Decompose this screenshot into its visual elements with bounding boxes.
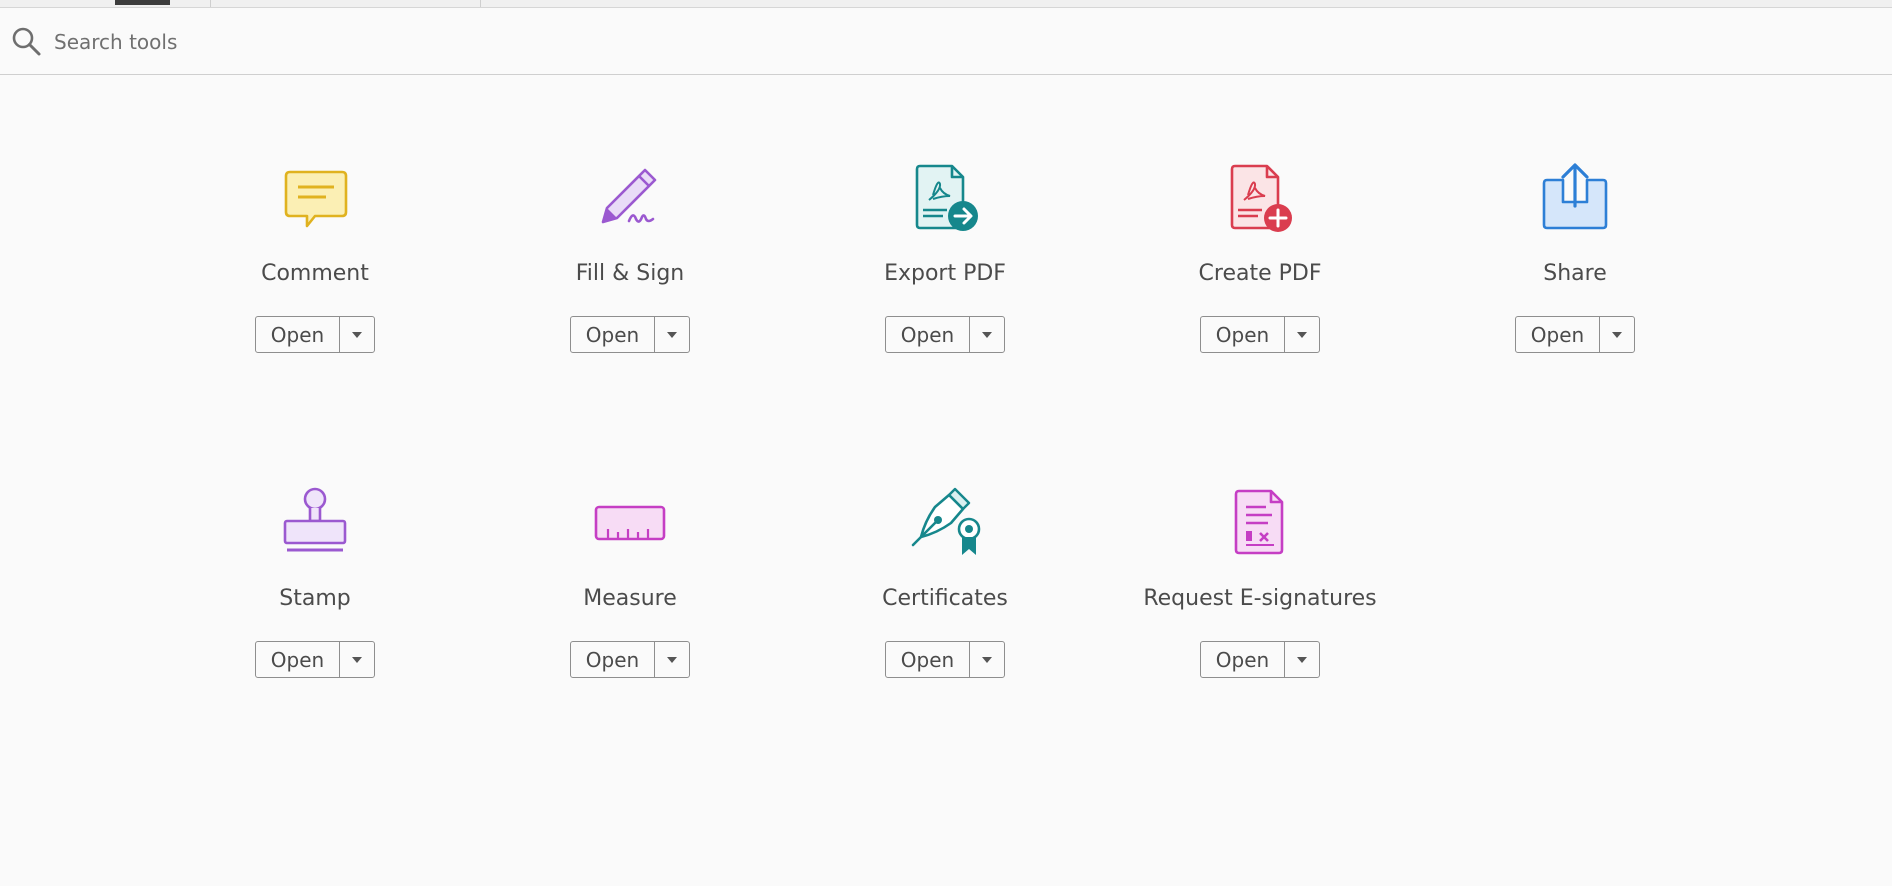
search-icon [12, 27, 41, 56]
open-button[interactable]: Open [1201, 317, 1284, 352]
dropdown-button[interactable] [970, 642, 1004, 677]
tool-comment: Comment Open [175, 158, 455, 388]
tool-name: Comment [261, 261, 369, 286]
tool-request-esignatures: Request E-signatures Open [1120, 483, 1400, 713]
open-split-button: Open [885, 316, 1005, 353]
tab-divider [480, 0, 481, 7]
certificates-icon [911, 487, 981, 555]
dropdown-button[interactable] [1600, 317, 1634, 352]
tab-strip [0, 0, 1892, 8]
tool-icon-wrapper[interactable] [905, 158, 985, 238]
open-split-button: Open [1200, 316, 1320, 353]
stamp-icon [283, 487, 347, 552]
open-button[interactable]: Open [256, 642, 339, 677]
open-split-button: Open [570, 316, 690, 353]
tool-name: Create PDF [1198, 261, 1322, 286]
open-split-button: Open [255, 316, 375, 353]
search-input[interactable] [54, 28, 754, 56]
tool-icon-wrapper[interactable] [590, 158, 670, 238]
chevron-down-icon [1297, 656, 1307, 663]
tool-name: Export PDF [884, 261, 1006, 286]
chevron-down-icon [667, 331, 677, 338]
search-bar [0, 8, 1892, 75]
tab-divider [210, 0, 211, 7]
open-button[interactable]: Open [571, 317, 654, 352]
open-button[interactable]: Open [256, 317, 339, 352]
tool-icon-wrapper[interactable] [1220, 158, 1300, 238]
tool-icon-wrapper[interactable] [275, 158, 355, 238]
share-icon [1542, 163, 1608, 230]
create-pdf-icon [1230, 164, 1292, 232]
tool-create-pdf: Create PDF Open [1120, 158, 1400, 388]
dropdown-button[interactable] [655, 642, 689, 677]
measure-icon [594, 505, 666, 541]
request-esignatures-icon [1234, 489, 1284, 555]
dropdown-button[interactable] [340, 317, 374, 352]
tool-icon-wrapper[interactable] [275, 483, 355, 563]
dropdown-button[interactable] [1285, 317, 1319, 352]
chevron-down-icon [352, 331, 362, 338]
chevron-down-icon [982, 331, 992, 338]
chevron-down-icon [352, 656, 362, 663]
open-split-button: Open [1515, 316, 1635, 353]
tool-icon-wrapper[interactable] [1535, 158, 1615, 238]
open-button[interactable]: Open [886, 642, 969, 677]
fill-sign-icon [601, 168, 657, 224]
chevron-down-icon [1297, 331, 1307, 338]
tool-measure: Measure Open [490, 483, 770, 713]
dropdown-button[interactable] [655, 317, 689, 352]
dropdown-button[interactable] [970, 317, 1004, 352]
open-button[interactable]: Open [1201, 642, 1284, 677]
active-tab-indicator[interactable] [115, 0, 170, 5]
tool-name: Certificates [882, 586, 1008, 611]
open-button[interactable]: Open [886, 317, 969, 352]
tool-export-pdf: Export PDF Open [805, 158, 1085, 388]
open-button[interactable]: Open [571, 642, 654, 677]
chevron-down-icon [667, 656, 677, 663]
tool-name: Share [1543, 261, 1607, 286]
tool-name: Fill & Sign [575, 261, 685, 286]
tool-icon-wrapper[interactable] [590, 483, 670, 563]
chevron-down-icon [1612, 331, 1622, 338]
open-split-button: Open [570, 641, 690, 678]
export-pdf-icon [915, 164, 978, 231]
chevron-down-icon [982, 656, 992, 663]
tool-icon-wrapper[interactable] [905, 483, 985, 563]
dropdown-button[interactable] [340, 642, 374, 677]
tool-stamp: Stamp Open [175, 483, 455, 713]
comment-icon [284, 170, 348, 228]
tool-name: Measure [583, 586, 677, 611]
dropdown-button[interactable] [1285, 642, 1319, 677]
tool-share: Share Open [1435, 158, 1715, 388]
open-split-button: Open [1200, 641, 1320, 678]
tool-name: Stamp [279, 586, 351, 611]
open-split-button: Open [255, 641, 375, 678]
open-split-button: Open [885, 641, 1005, 678]
open-button[interactable]: Open [1516, 317, 1599, 352]
tool-fill-sign: Fill & Sign Open [490, 158, 770, 388]
tool-certificates: Certificates Open [805, 483, 1085, 713]
tool-name: Request E-signatures [1143, 586, 1377, 611]
tool-icon-wrapper[interactable] [1220, 483, 1300, 563]
